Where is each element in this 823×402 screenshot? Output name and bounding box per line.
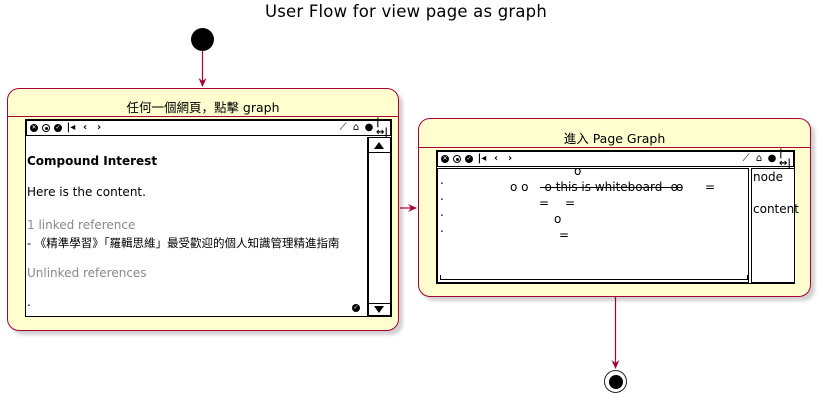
graph-whiteboard-node[interactable]: -o this is whiteboard -o- [540, 180, 683, 194]
graph-edge-eq: = [539, 196, 550, 210]
target-icon[interactable] [42, 124, 50, 132]
browser-toolbar: ✕ ✓ |◂ ‹ › ⟋ ⌂ ● |↔| [26, 118, 391, 138]
close-icon[interactable]: ✕ [441, 155, 449, 163]
row-dot: . [440, 173, 444, 187]
state-divider [8, 116, 398, 117]
check-icon[interactable]: ✓ [54, 124, 62, 132]
user-icon[interactable]: ● [364, 123, 374, 133]
graph-window: ✕ ✓ |◂ ‹ › ⟋ ⌂ ● |↔| . . . . o o o -o th… [436, 149, 799, 284]
row-dot: . [440, 221, 444, 235]
end-node-core [608, 374, 623, 389]
linked-references-header[interactable]: 1 linked reference [27, 218, 135, 232]
unlinked-references-header[interactable]: Unlinked references [27, 266, 147, 280]
home-icon[interactable]: ⌂ [351, 123, 361, 133]
graph-node-top[interactable]: o [574, 164, 581, 178]
scroll-track [369, 152, 390, 304]
first-page-icon[interactable]: |◂ [66, 123, 76, 133]
check-icon[interactable]: ✓ [465, 155, 473, 163]
graph-node-lower[interactable]: o [554, 212, 561, 226]
state-page-graph: 進入 Page Graph ✕ ✓ |◂ ‹ › ⟋ ⌂ ● |↔| . . . [418, 118, 811, 297]
status-check-icon: ✓ [352, 304, 360, 312]
row-dot: . [440, 189, 444, 203]
forward-icon[interactable]: › [505, 154, 515, 164]
graph-edge-eq: = [565, 196, 576, 210]
footer-dot: . [27, 295, 31, 309]
page-title: Compound Interest [27, 154, 158, 168]
graph-icon[interactable]: ⟋ [741, 154, 751, 164]
panel-content-label: content [753, 202, 799, 216]
expand-icon[interactable]: |↔| [779, 149, 791, 169]
close-icon[interactable]: ✕ [30, 124, 38, 132]
vertical-scrollbar[interactable] [368, 137, 391, 316]
back-icon[interactable]: ‹ [491, 154, 501, 164]
forward-icon[interactable]: › [94, 123, 104, 133]
page-window: ✕ ✓ |◂ ‹ › ⟋ ⌂ ● |↔| Compound Interest H… [25, 118, 392, 317]
expand-icon[interactable]: |↔| [376, 118, 388, 138]
start-node [191, 28, 214, 51]
graph-canvas[interactable]: . . . . o o o -o this is whiteboard -o- … [437, 164, 749, 283]
home-icon[interactable]: ⌂ [754, 154, 764, 164]
state-title: 任何一個網頁，點擊 graph [126, 100, 280, 115]
graph-canvas-inner-edge [440, 275, 748, 280]
browser-toolbar: ✕ ✓ |◂ ‹ › ⟋ ⌂ ● |↔| [437, 149, 794, 169]
state-any-page: 任何一個網頁，點擊 graph ✕ ✓ |◂ ‹ › ⟋ ⌂ ● |↔| Com… [7, 88, 399, 331]
node-panel: node content [751, 168, 799, 283]
user-icon[interactable]: ● [767, 154, 777, 164]
target-icon[interactable] [453, 155, 461, 163]
first-page-icon[interactable]: |◂ [477, 154, 487, 164]
linked-reference-item[interactable]: - 《精準學習》「羅輯思維」最受歡迎的個人知識管理精進指南 [27, 235, 340, 251]
state-divider [419, 147, 810, 148]
scroll-up-arrow[interactable] [374, 142, 384, 149]
graph-edge-eq: = [559, 228, 570, 242]
graph-edge-eq: = [705, 180, 716, 194]
page-body-text: Here is the content. [27, 185, 146, 199]
scroll-down-arrow[interactable] [374, 306, 384, 313]
back-icon[interactable]: ‹ [80, 123, 90, 133]
panel-node-label: node [753, 170, 783, 184]
state-title: 進入 Page Graph [563, 131, 666, 146]
graph-nodes-left[interactable]: o o [510, 180, 529, 194]
graph-icon[interactable]: ⟋ [338, 123, 348, 133]
graph-node-right[interactable]: o [676, 180, 683, 194]
row-dot: . [440, 205, 444, 219]
page-content: Compound Interest Here is the content. 1… [26, 137, 368, 317]
